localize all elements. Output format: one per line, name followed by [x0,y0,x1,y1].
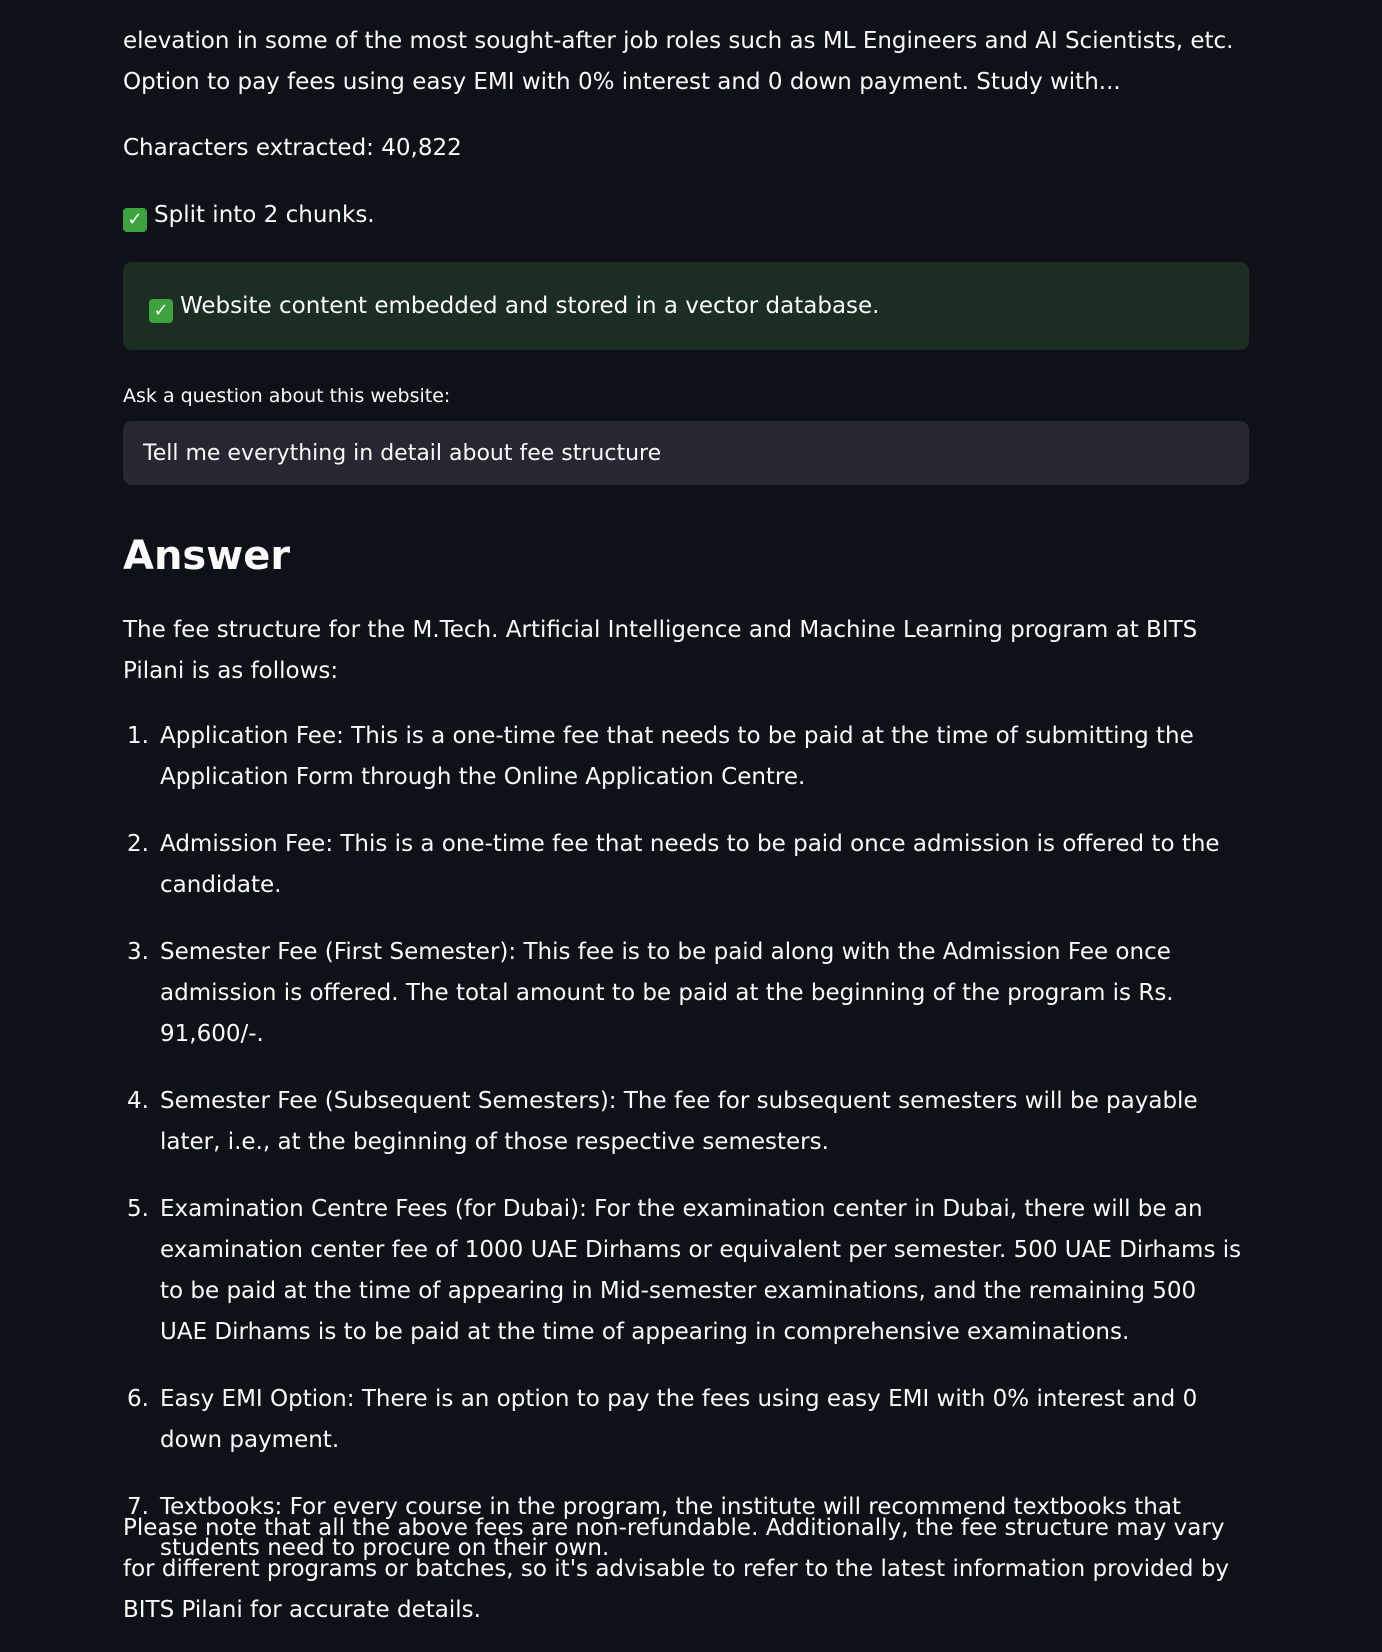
answer-note: Please note that all the above fees are … [123,1515,1230,1623]
list-item-number: 6. [127,1386,149,1412]
list-item-text: Easy EMI Option: There is an option to p… [160,1386,1198,1453]
check-mark-icon: ✓ [123,208,147,232]
success-alert-text: Website content embedded and stored in a… [180,293,880,319]
list-item-text: Application Fee: This is a one-time fee … [160,723,1194,790]
list-item: 6. Easy EMI Option: There is an option to… [123,1379,1249,1461]
list-item: 1. Application Fee: This is a one-time fe… [123,716,1249,798]
question-input[interactable] [123,421,1249,485]
list-item-number: 2. [127,831,149,857]
extracted-text-preview: elevation in some of the most sought-aft… [123,28,1234,95]
list-item-text: Admission Fee: This is a one-time fee th… [160,831,1220,898]
list-item: 3. Semester Fee (First Semester): This fe… [123,932,1249,1055]
answer-heading: Answer [123,533,291,579]
split-status: ✓ Split into 2 chunks. [123,195,375,236]
list-item-number: 3. [127,939,149,965]
question-label: Ask a question about this website: [123,385,451,407]
list-item-number: 1. [127,723,149,749]
list-item-text: Semester Fee (First Semester): This fee … [160,939,1174,1047]
characters-extracted-text: Characters extracted: 40,822 [123,135,462,161]
list-item-number: 4. [127,1088,149,1114]
list-item: 4. Semester Fee (Subsequent Semesters): T… [123,1081,1249,1163]
check-mark-icon: ✓ [149,299,173,323]
list-item-text: Semester Fee (Subsequent Semesters): The… [160,1088,1198,1155]
list-item-number: 5. [127,1196,149,1222]
list-item: 2. Admission Fee: This is a one-time fee … [123,824,1249,906]
success-alert: ✓ Website content embedded and stored in … [123,262,1249,350]
list-item: 5. Examination Centre Fees (for Dubai): F… [123,1189,1249,1353]
answer-intro: The fee structure for the M.Tech. Artifi… [123,617,1198,684]
list-item-text: Examination Centre Fees (for Dubai): For… [160,1196,1242,1345]
fee-list: 1. Application Fee: This is a one-time fe… [123,716,1249,1595]
split-status-text: Split into 2 chunks. [154,202,375,228]
